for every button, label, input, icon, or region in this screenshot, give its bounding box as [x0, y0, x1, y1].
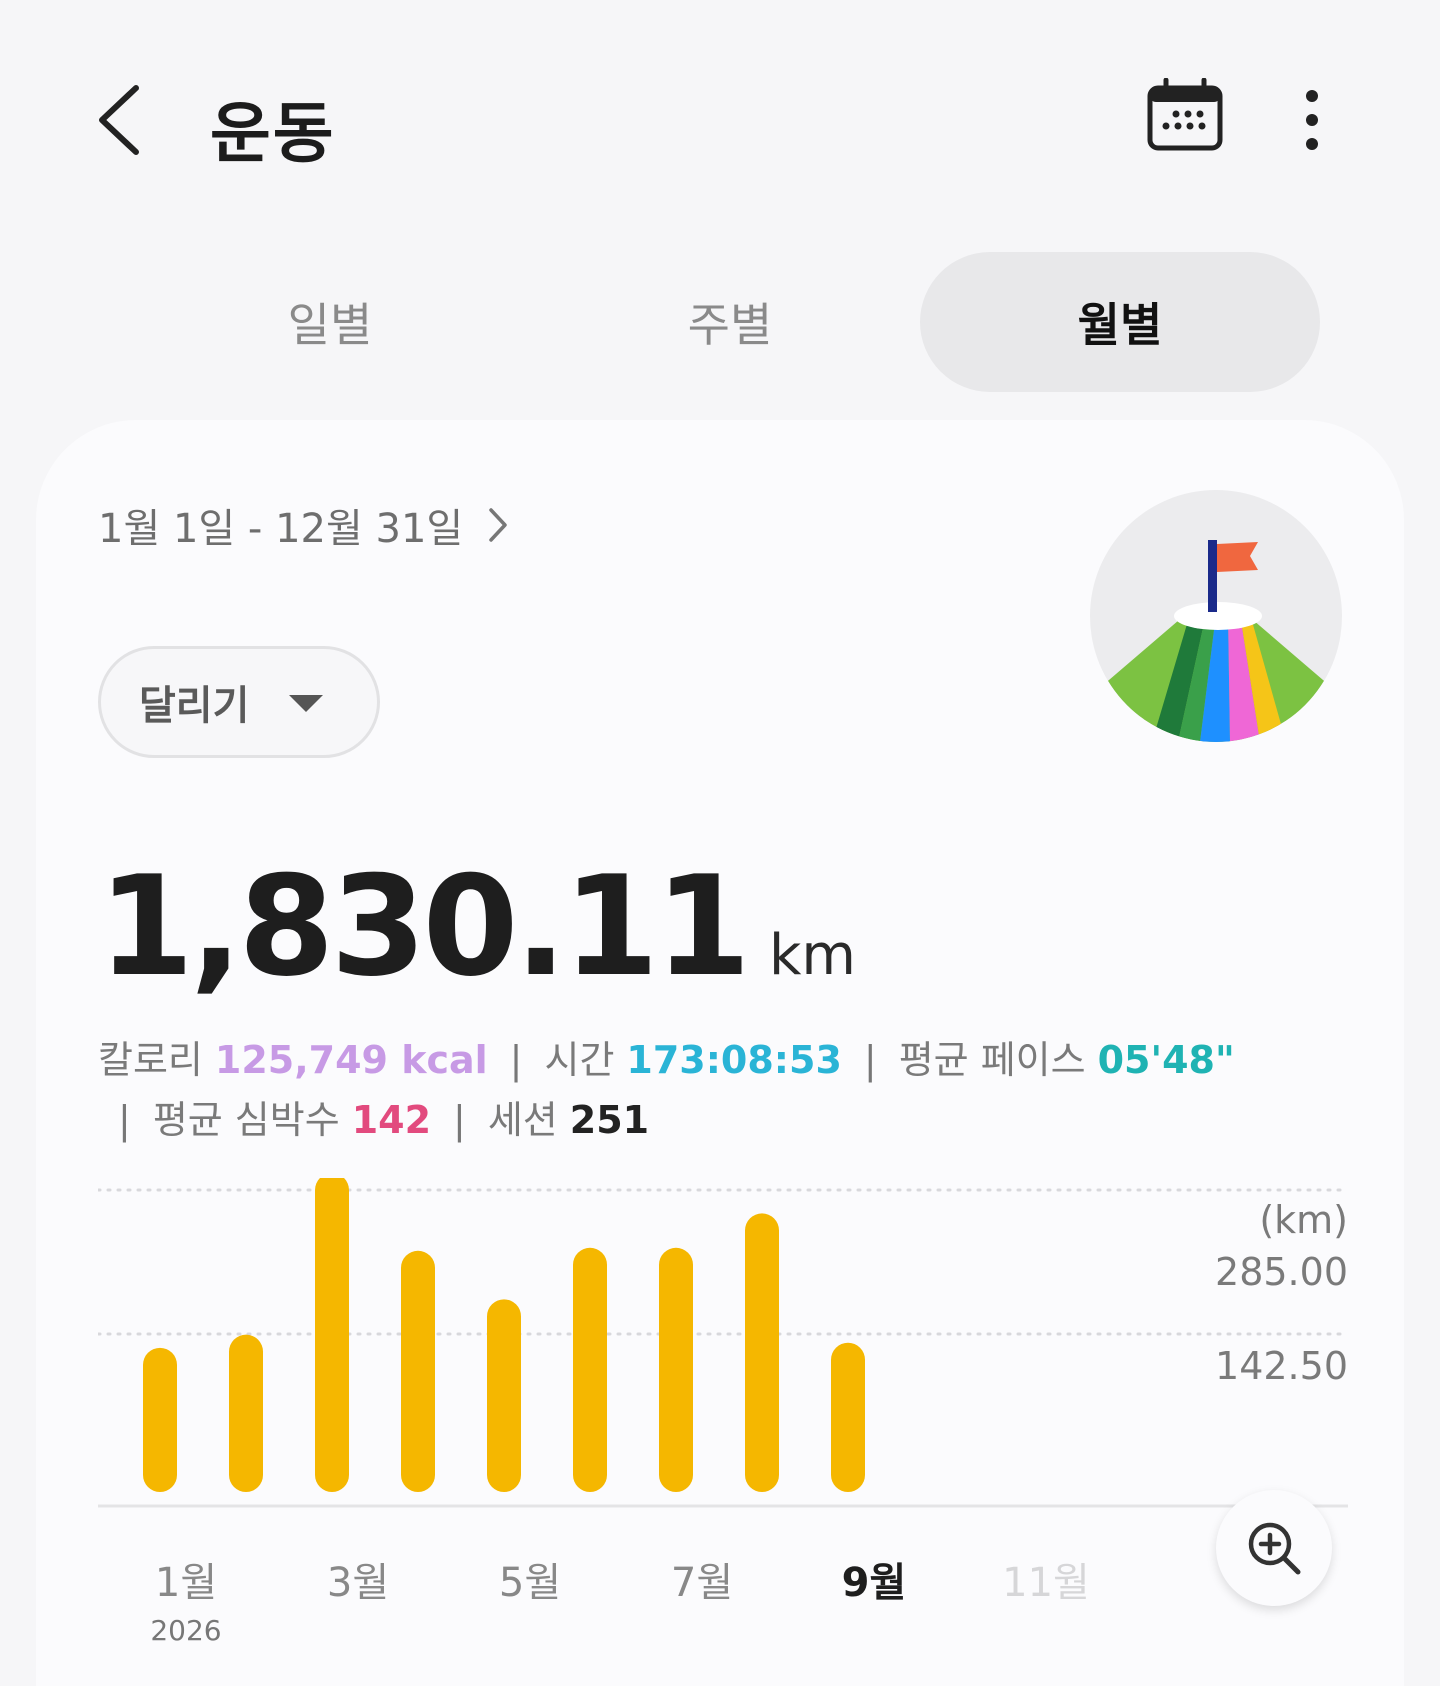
pace-label: 평균 페이스: [898, 1038, 1086, 1082]
time-label: 시간: [544, 1038, 615, 1082]
mountain-flag-icon: [1102, 540, 1330, 742]
stat-separator: |: [118, 1098, 131, 1142]
bar-6[interactable]: [573, 1247, 607, 1492]
summary-card: 1월 1일 - 12월 31일 달리기 1,830.11 km 칼로리 125,…: [36, 420, 1404, 1686]
pace-value: 05'48": [1097, 1038, 1235, 1082]
calories-stat: 칼로리 125,749 kcal: [98, 1030, 488, 1090]
distance-value: 1,830.11: [98, 846, 751, 1007]
stats-summary: 칼로리 125,749 kcal | 시간 173:08:53 | 평균 페이스 05'48"…: [98, 1030, 1358, 1150]
sessions-stat: 세션 251: [488, 1090, 649, 1150]
monthly-distance-chart: (km) 285.00 142.50 1월 3월 5월 7월 9월 11월 20…: [98, 1178, 1348, 1678]
sessions-label: 세션: [487, 1098, 558, 1142]
distance-unit: km: [768, 923, 856, 988]
x-tick-label-current: 9월: [841, 1560, 907, 1606]
heart-rate-value: 142: [351, 1098, 432, 1142]
bar-9[interactable]: [831, 1342, 865, 1492]
pace-stat: 평균 페이스 05'48": [899, 1030, 1235, 1090]
calendar-icon: [1147, 77, 1223, 151]
y-tick-label: 142.50: [1215, 1344, 1348, 1388]
date-range-link[interactable]: 1월 1일 - 12월 31일: [98, 496, 509, 554]
time-value: 173:08:53: [626, 1038, 842, 1082]
dropdown-arrow-icon: [289, 695, 323, 712]
bar-7[interactable]: [659, 1247, 693, 1492]
total-distance: 1,830.11 km: [98, 846, 856, 1007]
y-tick-label: 285.00: [1215, 1250, 1348, 1294]
bar-3[interactable]: [315, 1178, 349, 1492]
bar-1[interactable]: [143, 1347, 177, 1492]
tab-monthly[interactable]: 월별: [920, 252, 1320, 392]
zoom-in-icon: [1248, 1522, 1301, 1575]
calories-label: 칼로리: [98, 1038, 203, 1082]
bar-5[interactable]: [487, 1299, 521, 1492]
time-stat: 시간 173:08:53: [544, 1030, 841, 1090]
more-options-button[interactable]: [1292, 82, 1332, 158]
activity-type-dropdown[interactable]: 달리기: [98, 646, 380, 758]
stat-separator: |: [453, 1098, 466, 1142]
stat-separator: |: [509, 1038, 523, 1082]
year-label: 2026: [150, 1614, 222, 1647]
sessions-value: 251: [569, 1098, 650, 1142]
y-axis-unit: (km): [1259, 1198, 1348, 1242]
period-tabs: 일별 주별 월별: [130, 252, 1320, 392]
x-tick-label: 1월: [154, 1560, 218, 1606]
x-tick-label: 3월: [326, 1560, 390, 1606]
chevron-right-icon: [489, 508, 507, 542]
page-title: 운동: [210, 95, 336, 172]
x-tick-label: 7월: [670, 1560, 734, 1606]
heart-rate-label: 평균 심박수: [152, 1098, 340, 1142]
tab-weekly[interactable]: 주별: [530, 252, 930, 392]
tab-daily[interactable]: 일별: [130, 252, 530, 392]
zoom-in-button[interactable]: [1216, 1490, 1332, 1606]
chevron-left-icon: [99, 85, 139, 155]
date-range-label: 1월 1일 - 12월 31일: [98, 506, 464, 552]
bar-chart-svg: [98, 1178, 1348, 1508]
heart-rate-stat: 평균 심박수 142: [153, 1090, 431, 1150]
achievement-badge[interactable]: [1090, 490, 1342, 742]
bar-4[interactable]: [401, 1250, 435, 1492]
back-button[interactable]: [92, 82, 152, 158]
bar-2[interactable]: [229, 1334, 263, 1492]
app-header: 운동: [0, 0, 1440, 240]
calories-value: 125,749 kcal: [214, 1038, 488, 1082]
x-tick-label: 11월: [1002, 1560, 1090, 1606]
more-vertical-icon: [1306, 90, 1318, 150]
stat-separator: |: [863, 1038, 877, 1082]
calendar-button[interactable]: [1146, 77, 1224, 152]
activity-type-label: 달리기: [139, 683, 250, 729]
bar-8[interactable]: [745, 1213, 779, 1492]
x-tick-label: 5월: [498, 1560, 562, 1606]
